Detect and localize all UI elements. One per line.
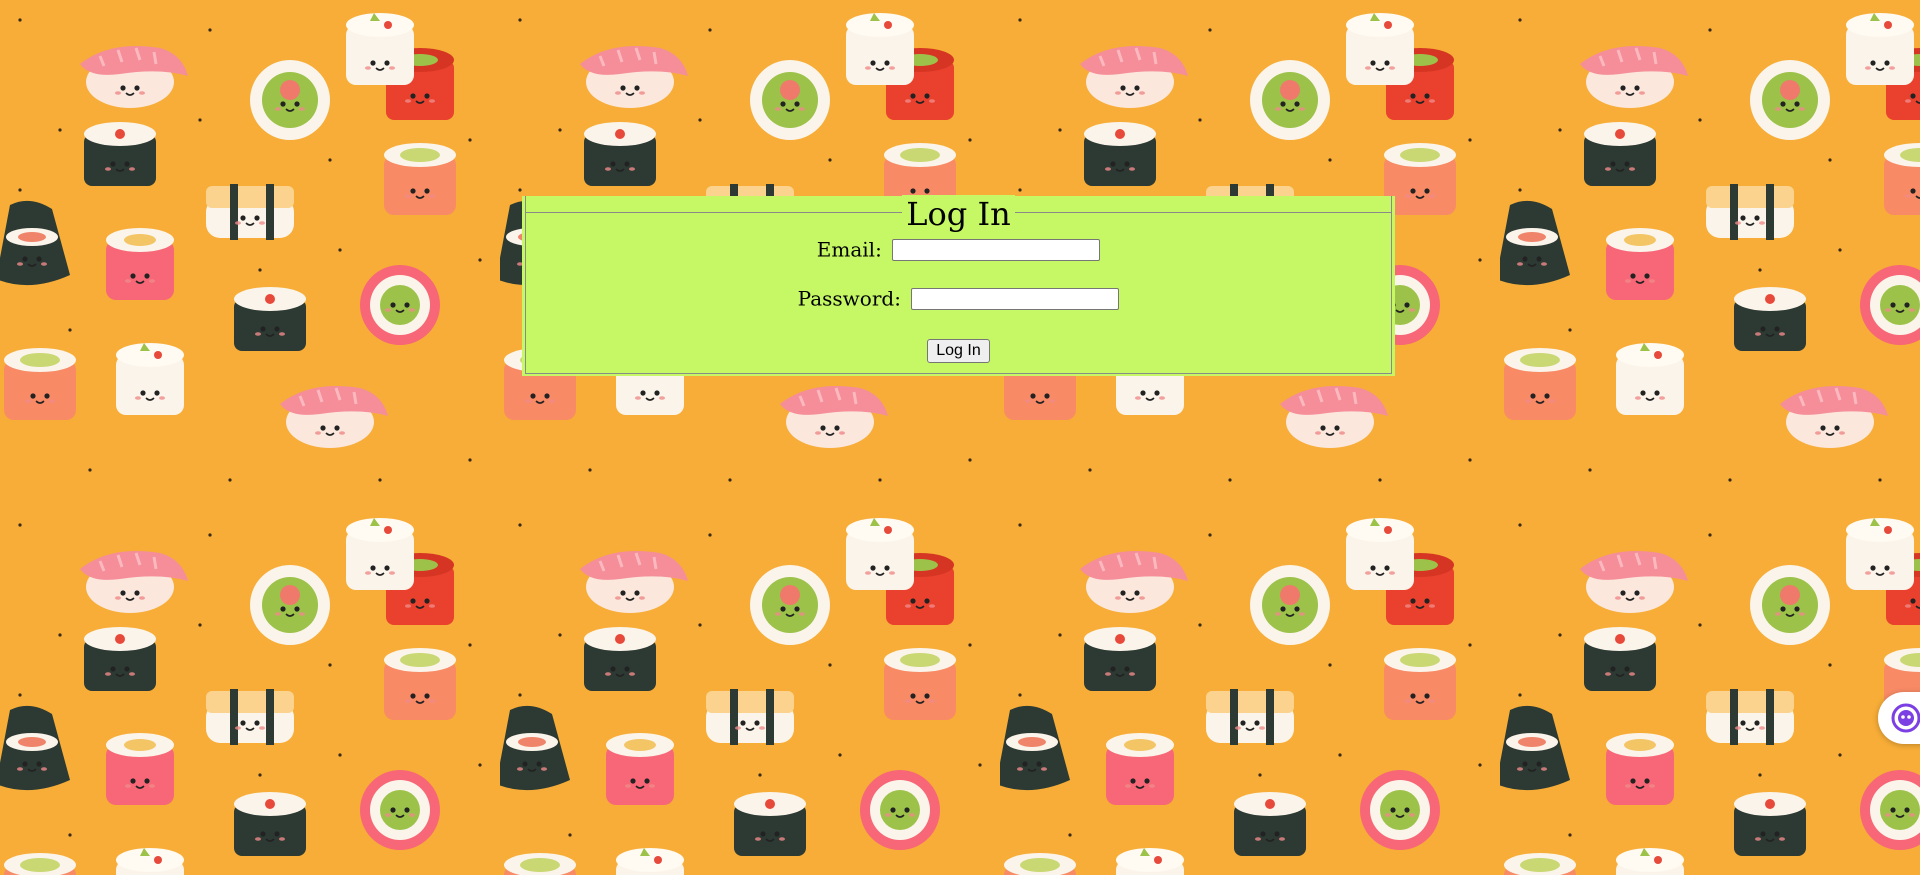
password-input[interactable]: [911, 287, 1120, 310]
email-label: Email:: [816, 237, 882, 262]
sushi-pattern-background: [0, 0, 1920, 875]
email-row: Email:: [522, 236, 1395, 262]
chat-assistant-icon: [1891, 703, 1920, 733]
password-label: Password:: [797, 286, 901, 311]
email-input[interactable]: [892, 238, 1101, 261]
password-row: Password:: [522, 285, 1395, 311]
login-legend: Log In: [522, 194, 1395, 234]
submit-row: Log In: [522, 336, 1395, 363]
login-panel: Log In Email: Password: Log In: [522, 194, 1395, 376]
login-button[interactable]: Log In: [927, 339, 990, 363]
login-legend-text: Log In: [902, 195, 1015, 233]
